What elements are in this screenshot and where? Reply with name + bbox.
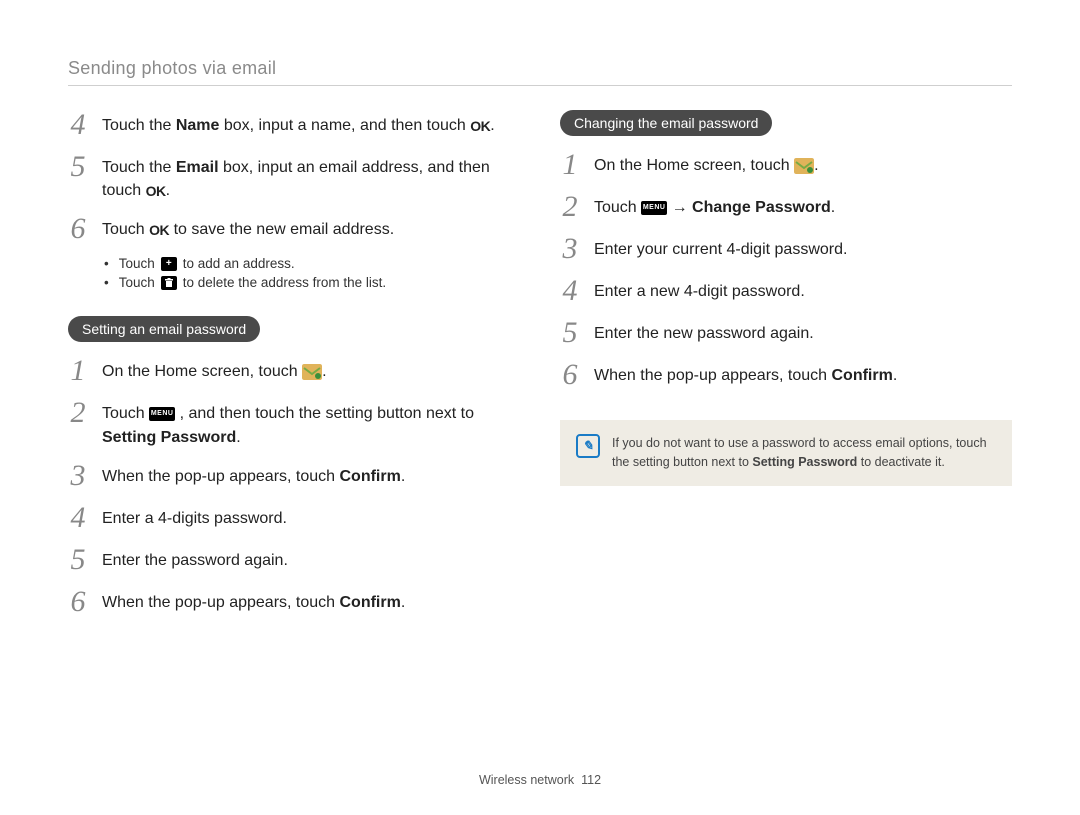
step-number: 4: [68, 110, 88, 140]
step-text: Enter your current 4-digit password.: [594, 234, 847, 261]
sub-bullets: Touch + to add an address. Touch to delet…: [104, 256, 520, 290]
step: 2 Touch MENU → Change Password.: [560, 192, 1012, 222]
menu-icon: MENU: [149, 407, 175, 421]
step-number: 3: [68, 461, 88, 491]
step: 4 Enter a 4-digits password.: [68, 503, 520, 533]
page-title: Sending photos via email: [68, 58, 1012, 86]
ok-icon: OK: [146, 181, 166, 201]
menu-icon: MENU: [641, 201, 667, 215]
ok-icon: OK: [149, 220, 169, 240]
step-text: Enter a new 4-digit password.: [594, 276, 805, 303]
step: 6 When the pop-up appears, touch Confirm.: [68, 587, 520, 617]
step-number: 5: [560, 318, 580, 348]
step: 4 Enter a new 4-digit password.: [560, 276, 1012, 306]
step: 5 Touch the Email box, input an email add…: [68, 152, 520, 202]
ok-icon: OK: [470, 116, 490, 136]
step-text: When the pop-up appears, touch Confirm.: [594, 360, 897, 387]
step-number: 3: [560, 234, 580, 264]
email-app-icon: [794, 158, 814, 174]
note-box: ✎ If you do not want to use a password t…: [560, 420, 1012, 486]
step-text: Touch MENU , and then touch the setting …: [102, 398, 520, 448]
step-text: Enter a 4-digits password.: [102, 503, 287, 530]
step-text: When the pop-up appears, touch Confirm.: [102, 587, 405, 614]
step-number: 1: [68, 356, 88, 386]
right-column: Changing the email password 1 On the Home…: [560, 110, 1012, 629]
step: 3 When the pop-up appears, touch Confirm.: [68, 461, 520, 491]
note-text: If you do not want to use a password to …: [612, 434, 996, 472]
footer-label: Wireless network: [479, 773, 574, 787]
step-text: Enter the new password again.: [594, 318, 814, 345]
sub-bullet: Touch + to add an address.: [104, 256, 520, 271]
left-column: 4 Touch the Name box, input a name, and t…: [68, 110, 520, 629]
trash-icon: [161, 276, 177, 290]
step-text: On the Home screen, touch .: [594, 150, 819, 177]
step: 2 Touch MENU , and then touch the setting…: [68, 398, 520, 448]
step-number: 4: [560, 276, 580, 306]
section-pill-setting: Setting an email password: [68, 316, 260, 342]
step-text: Touch the Email box, input an email addr…: [102, 152, 520, 202]
step-number: 1: [560, 150, 580, 180]
step-number: 6: [68, 587, 88, 617]
page-footer: Wireless network 112: [0, 773, 1080, 787]
sub-bullet: Touch to delete the address from the lis…: [104, 275, 520, 290]
step-text: Touch OK to save the new email address.: [102, 214, 394, 241]
step-number: 5: [68, 545, 88, 575]
step-number: 6: [560, 360, 580, 390]
email-app-icon: [302, 364, 322, 380]
step-number: 2: [68, 398, 88, 428]
step: 4 Touch the Name box, input a name, and t…: [68, 110, 520, 140]
step-text: Touch MENU → Change Password.: [594, 192, 835, 219]
step: 5 Enter the new password again.: [560, 318, 1012, 348]
two-column-layout: 4 Touch the Name box, input a name, and t…: [68, 110, 1012, 629]
section-pill-changing: Changing the email password: [560, 110, 772, 136]
step: 1 On the Home screen, touch .: [68, 356, 520, 386]
step: 6 Touch OK to save the new email address.: [68, 214, 520, 244]
arrow-icon: →: [672, 199, 688, 216]
step-number: 2: [560, 192, 580, 222]
note-icon: ✎: [576, 434, 600, 458]
step-text: On the Home screen, touch .: [102, 356, 327, 383]
step-text: When the pop-up appears, touch Confirm.: [102, 461, 405, 488]
plus-icon: +: [161, 257, 177, 271]
step-number: 5: [68, 152, 88, 182]
step: 5 Enter the password again.: [68, 545, 520, 575]
step-text: Touch the Name box, input a name, and th…: [102, 110, 495, 137]
manual-page: Sending photos via email 4 Touch the Name…: [0, 0, 1080, 815]
step-number: 6: [68, 214, 88, 244]
step: 3 Enter your current 4-digit password.: [560, 234, 1012, 264]
step: 1 On the Home screen, touch .: [560, 150, 1012, 180]
footer-page-number: 112: [581, 773, 601, 787]
step-text: Enter the password again.: [102, 545, 288, 572]
step-number: 4: [68, 503, 88, 533]
step: 6 When the pop-up appears, touch Confirm.: [560, 360, 1012, 390]
